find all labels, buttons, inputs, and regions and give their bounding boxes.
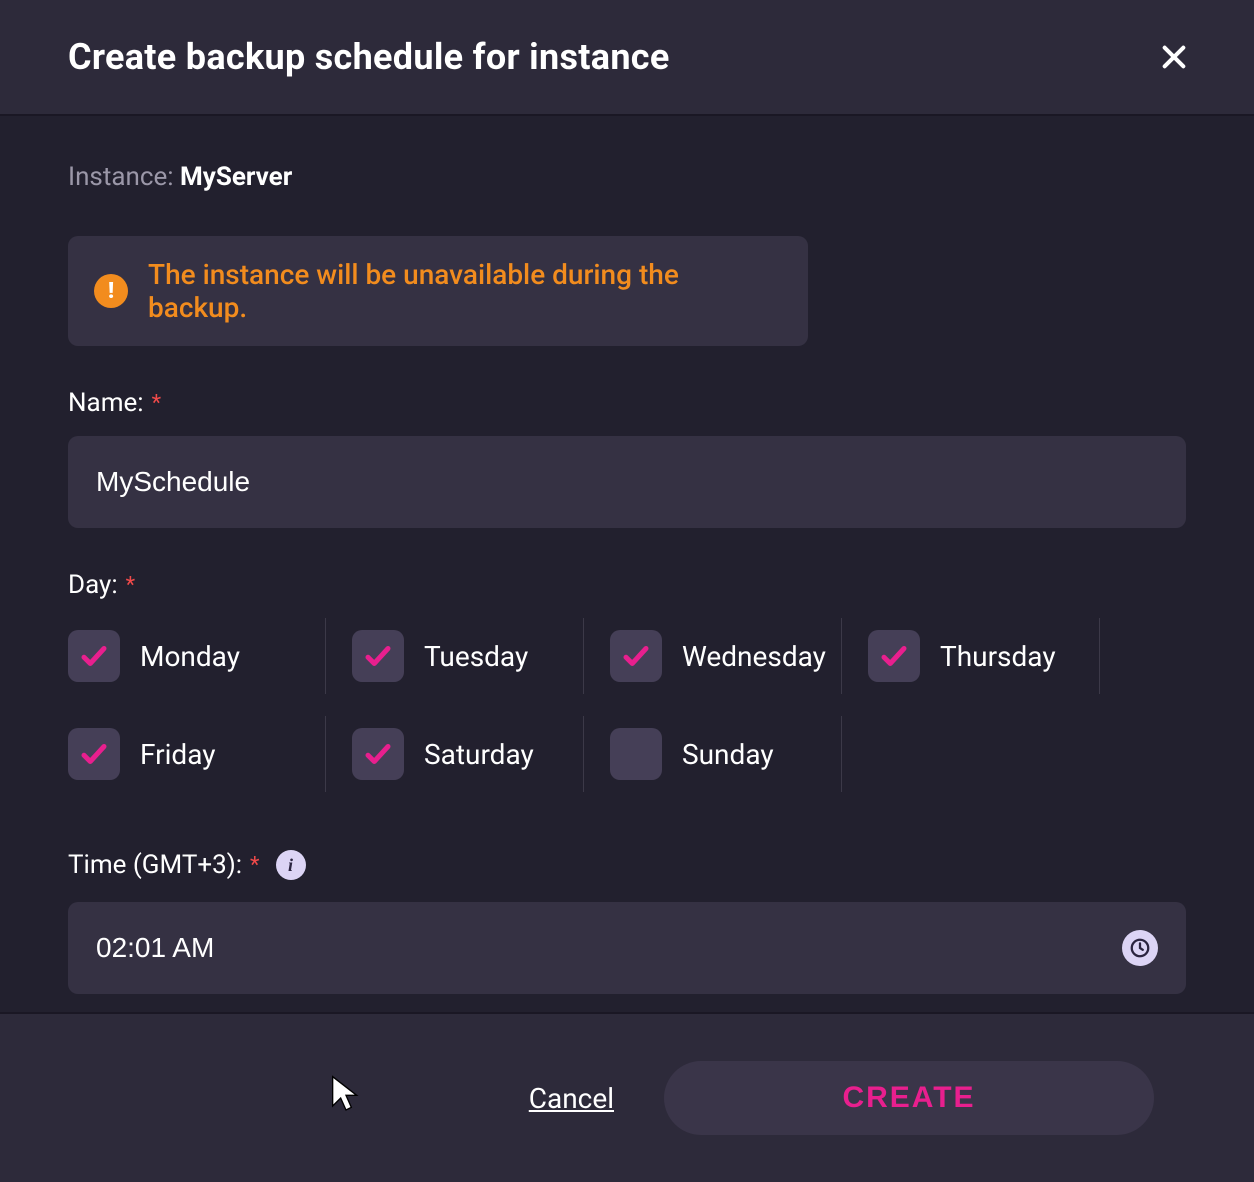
modal-body: Instance: MyServer ! The instance will b… [0,116,1254,1012]
checkbox-monday[interactable] [68,630,120,682]
day-label: Sunday [682,738,774,771]
days-grid: Monday Tuesday Wednesday Thursday [68,618,1186,814]
check-icon [363,641,393,671]
day-label: Thursday [940,640,1056,673]
warning-alert: ! The instance will be unavailable durin… [68,236,808,346]
check-icon [363,739,393,769]
check-icon [79,641,109,671]
day-label: Monday [140,640,240,673]
create-button[interactable]: CREATE [664,1061,1154,1135]
check-icon [79,739,109,769]
time-input[interactable] [68,902,1186,994]
instance-row: Instance: MyServer [68,162,1186,192]
required-mark: * [152,391,161,416]
time-field-label-row: Time (GMT+3):* i [68,850,1186,880]
day-label: Tuesday [424,640,528,673]
day-cell-monday: Monday [68,618,326,694]
exclamation-icon: ! [94,274,128,308]
schedule-name-input[interactable] [68,436,1186,528]
day-cell-sunday: Sunday [584,716,842,792]
day-cell-wednesday: Wednesday [584,618,842,694]
checkbox-tuesday[interactable] [352,630,404,682]
modal-footer: Cancel CREATE [0,1012,1254,1182]
clock-icon[interactable] [1122,930,1158,966]
name-field-label: Name:* [68,388,1186,418]
day-cell-saturday: Saturday [326,716,584,792]
cancel-button[interactable]: Cancel [529,1082,614,1115]
required-mark: * [250,853,259,878]
check-icon [621,641,651,671]
cursor-icon [330,1074,362,1118]
close-button[interactable] [1154,37,1194,77]
checkbox-wednesday[interactable] [610,630,662,682]
time-field-label: Time (GMT+3):* [68,850,260,880]
required-mark: * [126,573,135,598]
day-label: Friday [140,738,215,771]
modal-header: Create backup schedule for instance [0,0,1254,116]
checkbox-friday[interactable] [68,728,120,780]
day-field-label: Day:* [68,570,1186,600]
checkbox-saturday[interactable] [352,728,404,780]
day-label: Saturday [424,738,534,771]
backup-schedule-modal: Create backup schedule for instance Inst… [0,0,1254,1182]
day-cell-thursday: Thursday [842,618,1100,694]
check-icon [879,641,909,671]
checkbox-thursday[interactable] [868,630,920,682]
info-icon[interactable]: i [276,850,306,880]
instance-label: Instance: [68,162,180,192]
modal-title: Create backup schedule for instance [68,36,670,78]
instance-name: MyServer [180,162,292,192]
time-input-wrapper [68,902,1186,994]
warning-text: The instance will be unavailable during … [148,258,782,324]
day-cell-friday: Friday [68,716,326,792]
checkbox-sunday[interactable] [610,728,662,780]
close-icon [1158,41,1190,73]
day-cell-tuesday: Tuesday [326,618,584,694]
day-label: Wednesday [682,640,826,673]
